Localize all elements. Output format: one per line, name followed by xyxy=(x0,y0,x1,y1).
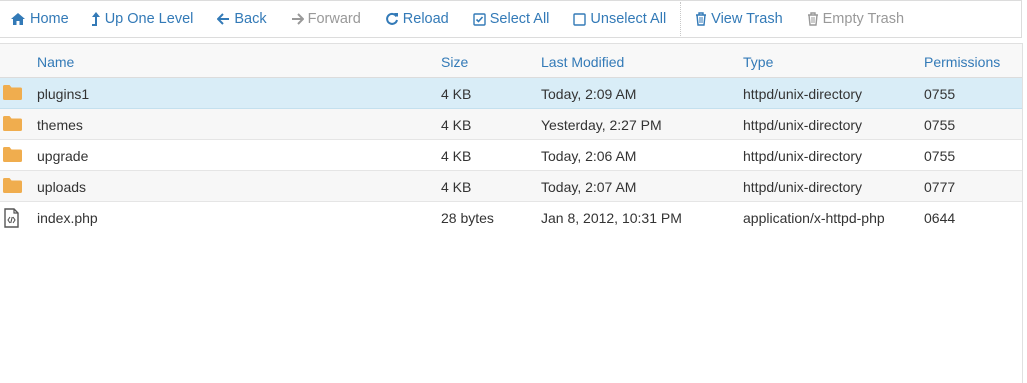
file-permissions: 0777 xyxy=(924,179,956,195)
file-row[interactable]: themes 4 KB Yesterday, 2:27 PM httpd/uni… xyxy=(0,109,1022,140)
arrow-right-icon xyxy=(291,13,304,25)
view-trash-button[interactable]: View Trash xyxy=(687,0,790,38)
column-header-type[interactable]: Type xyxy=(743,54,773,70)
back-label: Back xyxy=(234,11,267,27)
file-row[interactable]: upgrade 4 KB Today, 2:06 AM httpd/unix-d… xyxy=(0,140,1022,171)
file-permissions: 0644 xyxy=(924,210,956,226)
file-manager-toolbar: Home Up One Level Back Forward Reload Se… xyxy=(0,0,1022,38)
level-up-icon xyxy=(91,11,101,27)
file-name: uploads xyxy=(37,179,87,195)
file-last-modified: Today, 2:09 AM xyxy=(541,86,637,102)
file-type: application/x-httpd-php xyxy=(743,210,885,226)
select-all-label: Select All xyxy=(489,11,550,27)
column-header-size[interactable]: Size xyxy=(441,54,468,70)
folder-icon xyxy=(2,177,23,197)
home-label: Home xyxy=(30,11,69,27)
view-trash-label: View Trash xyxy=(711,11,783,27)
file-permissions: 0755 xyxy=(924,148,956,164)
home-icon xyxy=(10,12,26,26)
empty-box-icon xyxy=(573,12,587,26)
file-name: index.php xyxy=(37,210,98,226)
file-last-modified: Today, 2:07 AM xyxy=(541,179,637,195)
empty-trash-button[interactable]: Empty Trash xyxy=(791,0,912,38)
reload-label: Reload xyxy=(402,11,449,27)
arrow-left-icon xyxy=(217,13,230,25)
column-header-last-modified[interactable]: Last Modified xyxy=(541,54,624,70)
file-size: 4 KB xyxy=(441,148,472,164)
forward-button[interactable]: Forward xyxy=(275,0,369,38)
up-one-level-button[interactable]: Up One Level xyxy=(77,0,202,38)
unselect-all-button[interactable]: Unselect All xyxy=(557,0,674,38)
up-one-level-label: Up One Level xyxy=(104,11,194,27)
file-size: 28 bytes xyxy=(441,210,494,226)
trash-icon xyxy=(807,12,819,26)
file-last-modified: Jan 8, 2012, 10:31 PM xyxy=(541,210,682,226)
forward-label: Forward xyxy=(307,11,361,27)
file-row[interactable]: uploads 4 KB Today, 2:07 AM httpd/unix-d… xyxy=(0,171,1022,202)
panel-right-border xyxy=(1022,43,1023,383)
file-size: 4 KB xyxy=(441,117,472,133)
file-type: httpd/unix-directory xyxy=(743,179,863,195)
folder-icon xyxy=(2,115,23,135)
refresh-icon xyxy=(385,12,399,26)
back-button[interactable]: Back xyxy=(201,0,274,38)
file-name: themes xyxy=(37,117,83,133)
checked-box-icon xyxy=(473,12,486,26)
toolbar-divider xyxy=(680,2,682,36)
home-button[interactable]: Home xyxy=(0,0,77,38)
empty-trash-label: Empty Trash xyxy=(822,11,905,27)
file-permissions: 0755 xyxy=(924,117,956,133)
code-file-icon xyxy=(2,208,23,231)
file-type: httpd/unix-directory xyxy=(743,117,863,133)
file-name: upgrade xyxy=(37,148,89,164)
column-header-permissions[interactable]: Permissions xyxy=(924,54,1000,70)
file-last-modified: Today, 2:06 AM xyxy=(541,148,637,164)
trash-icon xyxy=(695,12,707,26)
file-type: httpd/unix-directory xyxy=(743,148,863,164)
file-list: Name Size Last Modified Type Permissions… xyxy=(0,43,1022,233)
file-list-header: Name Size Last Modified Type Permissions xyxy=(0,43,1022,78)
select-all-button[interactable]: Select All xyxy=(457,0,558,38)
folder-icon xyxy=(2,84,23,104)
file-permissions: 0755 xyxy=(924,86,956,102)
column-header-name[interactable]: Name xyxy=(37,54,74,70)
file-name: plugins1 xyxy=(37,86,90,102)
reload-button[interactable]: Reload xyxy=(369,0,457,38)
folder-icon xyxy=(2,146,23,166)
file-row[interactable]: index.php 28 bytes Jan 8, 2012, 10:31 PM… xyxy=(0,202,1022,233)
file-last-modified: Yesterday, 2:27 PM xyxy=(541,117,662,133)
file-row[interactable]: plugins1 4 KB Today, 2:09 AM httpd/unix-… xyxy=(0,78,1022,109)
file-size: 4 KB xyxy=(441,86,472,102)
unselect-all-label: Unselect All xyxy=(590,11,667,27)
file-type: httpd/unix-directory xyxy=(743,86,863,102)
file-size: 4 KB xyxy=(441,179,472,195)
